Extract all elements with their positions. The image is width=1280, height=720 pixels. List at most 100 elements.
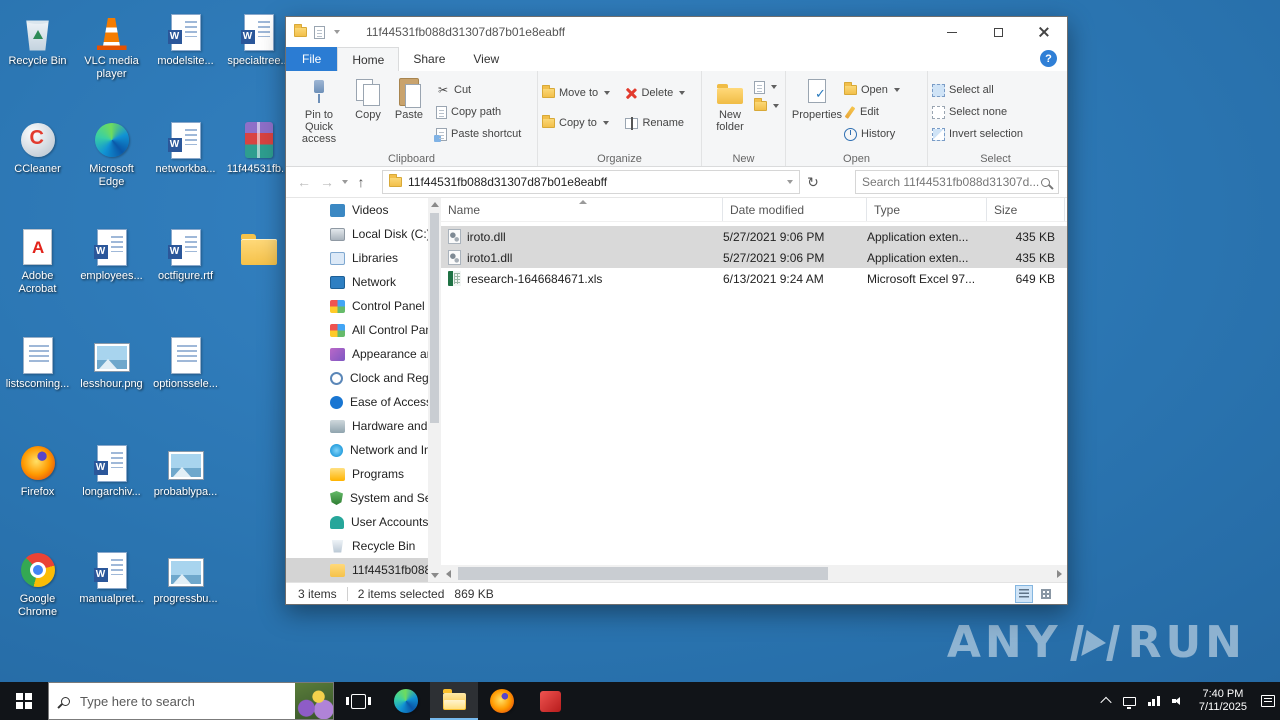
- nav-item-network[interactable]: Network: [286, 270, 428, 294]
- network-tray-button[interactable]: [1142, 682, 1166, 720]
- file-row-iroto-dll[interactable]: iroto.dll 5/27/2021 9:06 PM Application …: [441, 226, 1067, 247]
- column-header-size[interactable]: Size: [987, 198, 1065, 221]
- scroll-down-icon[interactable]: [428, 569, 441, 582]
- column-header-name[interactable]: Name: [441, 198, 723, 221]
- tab-home[interactable]: Home: [337, 47, 400, 71]
- bing-daily-image[interactable]: [295, 683, 333, 719]
- task-view-button[interactable]: [334, 682, 382, 720]
- close-button[interactable]: [1021, 17, 1067, 47]
- nav-item-system-security[interactable]: System and Sec...: [286, 486, 428, 510]
- nav-item-user-accounts[interactable]: User Accounts: [286, 510, 428, 534]
- file-row-iroto1-dll[interactable]: iroto1.dll 5/27/2021 9:06 PM Application…: [441, 247, 1067, 268]
- cut-button[interactable]: Cut: [436, 82, 521, 98]
- taskbar-app-button[interactable]: [526, 682, 574, 720]
- column-header-date-modified[interactable]: Date modified: [723, 198, 867, 221]
- taskbar-edge-button[interactable]: [382, 682, 430, 720]
- help-icon[interactable]: [1040, 50, 1057, 67]
- volume-tray-button[interactable]: [1166, 682, 1190, 720]
- qat-dropdown-icon[interactable]: [334, 30, 340, 34]
- scrollbar-thumb[interactable]: [458, 567, 828, 580]
- breadcrumb-path[interactable]: 11f44531fb088d31307d87b01e8eabff: [408, 175, 779, 189]
- details-view-button[interactable]: [1015, 584, 1033, 603]
- nav-item-control-panel[interactable]: Control Panel: [286, 294, 428, 318]
- desktop-icon-modelsite[interactable]: modelsite...: [150, 12, 221, 68]
- desktop-icon-firefox[interactable]: Firefox: [2, 443, 73, 499]
- taskbar-firefox-button[interactable]: [478, 682, 526, 720]
- file-list-empty-area[interactable]: [441, 289, 1067, 565]
- file-row-research-xls[interactable]: research-1646684671.xls 6/13/2021 9:24 A…: [441, 268, 1067, 289]
- nav-item-recycle-bin[interactable]: Recycle Bin: [286, 534, 428, 558]
- desktop-icon-employees[interactable]: employees...: [76, 227, 147, 283]
- desktop-icon-lesshour[interactable]: lesshour.png: [76, 335, 147, 391]
- desktop-icon-progressbu[interactable]: progressbu...: [150, 550, 221, 606]
- display-tray-button[interactable]: [1118, 682, 1142, 720]
- desktop-icon-specialtree[interactable]: specialtree...: [223, 12, 294, 68]
- desktop-icon-edge[interactable]: Microsoft Edge: [76, 120, 147, 189]
- search-input[interactable]: [862, 175, 1041, 189]
- forward-button[interactable]: [317, 171, 337, 193]
- new-item-button[interactable]: [754, 79, 779, 95]
- select-all-button[interactable]: Select all: [932, 82, 1023, 98]
- desktop-icon-listscoming[interactable]: listscoming...: [2, 335, 73, 391]
- desktop-icon-manualpret[interactable]: manualpret...: [76, 550, 147, 606]
- desktop-icon-probablypa[interactable]: probablypa...: [150, 443, 221, 499]
- open-button[interactable]: Open: [844, 82, 900, 98]
- desktop-icon-ccleaner[interactable]: CCleaner: [2, 120, 73, 176]
- paste-button[interactable]: Paste: [388, 73, 430, 150]
- tab-file[interactable]: File: [286, 47, 338, 71]
- desktop-icon-rar-archive[interactable]: 11f44531fb...: [223, 120, 294, 176]
- column-header-type[interactable]: Type: [867, 198, 987, 221]
- nav-item-videos[interactable]: Videos: [286, 198, 428, 222]
- navigation-scrollbar[interactable]: [428, 198, 441, 582]
- select-none-button[interactable]: Select none: [932, 104, 1023, 120]
- nav-item-appearance[interactable]: Appearance and...: [286, 342, 428, 366]
- recent-locations-icon[interactable]: [342, 180, 348, 184]
- title-bar[interactable]: 11f44531fb088d31307d87b01e8eabff: [286, 17, 1067, 47]
- maximize-button[interactable]: [975, 17, 1021, 47]
- breadcrumb-dropdown-icon[interactable]: [787, 180, 793, 184]
- breadcrumb[interactable]: 11f44531fb088d31307d87b01e8eabff: [382, 170, 800, 194]
- tab-share[interactable]: Share: [399, 47, 459, 71]
- desktop-icon-adobe-acrobat[interactable]: Adobe Acrobat: [2, 227, 73, 296]
- nav-item-all-control-panel-items[interactable]: All Control Pan...: [286, 318, 428, 342]
- nav-item-network-internet[interactable]: Network and Int...: [286, 438, 428, 462]
- nav-item-libraries[interactable]: Libraries: [286, 246, 428, 270]
- nav-item-hardware-sound[interactable]: Hardware and S...: [286, 414, 428, 438]
- nav-item-local-disk-c[interactable]: Local Disk (C:): [286, 222, 428, 246]
- desktop-icon-vlc[interactable]: VLC media player: [76, 12, 147, 81]
- copy-to-button[interactable]: Copy to: [542, 115, 625, 131]
- taskbar-file-explorer-button[interactable]: [430, 682, 478, 720]
- desktop-icon-optionssele[interactable]: optionssele...: [150, 335, 221, 391]
- move-to-button[interactable]: Move to: [542, 85, 625, 101]
- pin-to-quick-access-button[interactable]: Pin to Quick access: [290, 73, 348, 150]
- nav-item-current-folder[interactable]: 11f44531fb088d3...: [286, 558, 428, 582]
- scroll-left-icon[interactable]: [441, 565, 456, 582]
- scroll-right-icon[interactable]: [1052, 565, 1067, 582]
- history-button[interactable]: History: [844, 126, 900, 142]
- tab-view[interactable]: View: [459, 47, 513, 71]
- delete-button[interactable]: Delete: [625, 85, 699, 101]
- search-icon[interactable]: [1041, 177, 1050, 187]
- desktop-icon-octfigure[interactable]: octfigure.rtf: [150, 227, 221, 283]
- taskbar-search-input[interactable]: [80, 693, 287, 709]
- copy-button[interactable]: Copy: [348, 73, 388, 150]
- minimize-button[interactable]: [929, 17, 975, 47]
- desktop-icon-google-chrome[interactable]: Google Chrome: [2, 550, 73, 619]
- rename-button[interactable]: Rename: [625, 115, 699, 131]
- hidden-icons-button[interactable]: [1094, 682, 1118, 720]
- back-button[interactable]: [294, 171, 314, 193]
- refresh-button[interactable]: [803, 171, 823, 193]
- horizontal-scrollbar[interactable]: [441, 565, 1067, 582]
- thumbnail-view-button[interactable]: [1037, 585, 1055, 603]
- up-button[interactable]: [351, 171, 371, 193]
- properties-button[interactable]: Properties: [790, 73, 844, 150]
- desktop-icon-folder[interactable]: [223, 227, 294, 270]
- edit-button[interactable]: Edit: [844, 104, 900, 120]
- qat-properties-icon[interactable]: [314, 25, 325, 39]
- desktop-icon-networkba[interactable]: networkba...: [150, 120, 221, 176]
- nav-item-clock-region[interactable]: Clock and Regi...: [286, 366, 428, 390]
- notification-center-button[interactable]: [1256, 682, 1280, 720]
- scroll-up-icon[interactable]: [428, 198, 441, 211]
- invert-selection-button[interactable]: Invert selection: [932, 126, 1023, 142]
- desktop-icon-recycle-bin[interactable]: Recycle Bin: [2, 12, 73, 68]
